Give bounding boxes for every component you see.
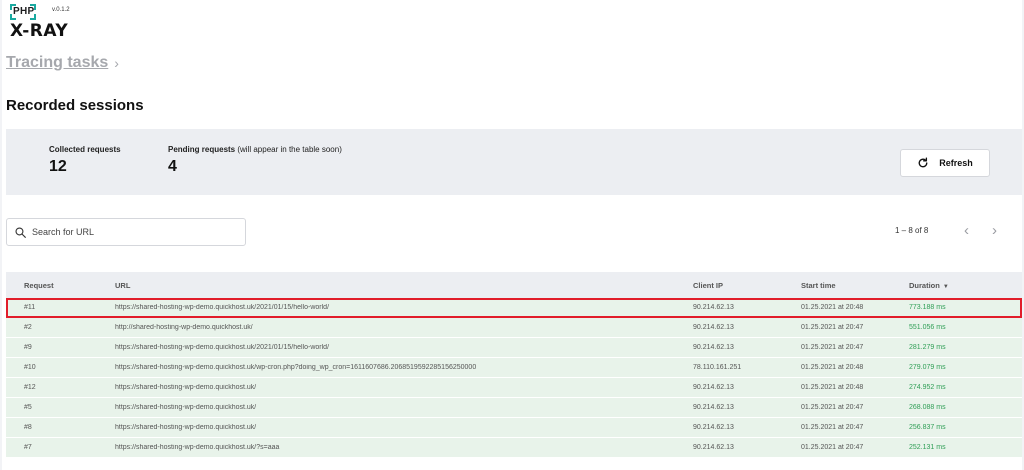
logo-php-text: PHP <box>13 6 35 17</box>
app-page: PHP v.0.1.2 X-RAY Tracing tasks › Record… <box>2 0 1022 470</box>
column-header-request[interactable]: Request <box>6 281 97 290</box>
row-start-time: 01.25.2021 at 20:47 <box>801 344 864 351</box>
pending-requests-label: Pending requests <box>168 145 236 154</box>
row-request-id: #5 <box>24 404 32 411</box>
row-duration: 274.952 ms <box>909 384 946 391</box>
row-url: https://shared-hosting-wp-demo.quickhost… <box>115 364 477 371</box>
chevron-right-icon: › <box>114 55 119 71</box>
stats-panel: Collected requests 12 Pending requests (… <box>6 129 1022 195</box>
pagination-prev-button[interactable]: ‹ <box>964 222 969 239</box>
row-client-ip: 78.110.161.251 <box>693 364 742 371</box>
collected-requests-label: Collected requests <box>49 145 121 154</box>
table-row[interactable]: #12 https://shared-hosting-wp-demo.quickh… <box>6 378 1022 398</box>
row-client-ip: 90.214.62.13 <box>693 404 734 411</box>
column-header-duration[interactable]: Duration ▼ <box>891 281 1022 290</box>
sessions-table: Request URL Client IP Start time Duratio… <box>6 272 1022 458</box>
row-duration: 252.131 ms <box>909 444 946 451</box>
row-client-ip: 90.214.62.13 <box>693 444 734 451</box>
row-start-time: 01.25.2021 at 20:47 <box>801 404 864 411</box>
pagination-range: 1 – 8 of 8 <box>895 226 929 235</box>
table-row[interactable]: #9 https://shared-hosting-wp-demo.quickho… <box>6 338 1022 358</box>
refresh-button[interactable]: Refresh <box>900 149 990 177</box>
row-url: https://shared-hosting-wp-demo.quickhost… <box>115 304 330 311</box>
row-start-time: 01.25.2021 at 20:47 <box>801 324 864 331</box>
row-start-time: 01.25.2021 at 20:48 <box>801 304 864 311</box>
pending-requests-note: (will appear in the table soon) <box>237 145 342 154</box>
table-body: #11 https://shared-hosting-wp-demo.quickh… <box>6 298 1022 458</box>
logo-name: X-RAY <box>10 21 69 41</box>
sort-descending-icon: ▼ <box>942 283 949 290</box>
refresh-button-label: Refresh <box>939 158 973 168</box>
php-xray-logo[interactable]: PHP v.0.1.2 X-RAY <box>10 4 80 41</box>
table-row[interactable]: #7 https://shared-hosting-wp-demo.quickho… <box>6 438 1022 458</box>
row-url: https://shared-hosting-wp-demo.quickhost… <box>115 424 257 431</box>
column-header-duration-label: Duration <box>909 280 940 290</box>
column-header-start-time[interactable]: Start time <box>783 281 891 290</box>
collected-requests-stat: Collected requests 12 <box>49 145 121 176</box>
breadcrumb: Tracing tasks › <box>6 54 119 72</box>
table-row[interactable]: #8 https://shared-hosting-wp-demo.quickho… <box>6 418 1022 438</box>
row-client-ip: 90.214.62.13 <box>693 304 734 311</box>
row-start-time: 01.25.2021 at 20:48 <box>801 384 864 391</box>
row-request-id: #8 <box>24 424 32 431</box>
pending-requests-stat: Pending requests (will appear in the tab… <box>168 145 342 176</box>
table-row[interactable]: #10 https://shared-hosting-wp-demo.quickh… <box>6 358 1022 378</box>
row-client-ip: 90.214.62.13 <box>693 344 734 351</box>
row-duration: 279.079 ms <box>909 364 946 371</box>
column-header-client-ip[interactable]: Client IP <box>675 281 783 290</box>
row-duration: 256.837 ms <box>909 424 946 431</box>
search-box <box>6 218 246 246</box>
row-url: https://shared-hosting-wp-demo.quickhost… <box>115 344 330 351</box>
row-duration: 281.279 ms <box>909 344 946 351</box>
breadcrumb-tracing-tasks-link[interactable]: Tracing tasks <box>6 54 108 72</box>
row-duration: 551.056 ms <box>909 324 946 331</box>
row-duration: 268.088 ms <box>909 404 946 411</box>
row-request-id: #7 <box>24 444 32 451</box>
row-url: https://shared-hosting-wp-demo.quickhost… <box>115 384 257 391</box>
app-version: v.0.1.2 <box>52 7 70 13</box>
row-request-id: #12 <box>24 384 36 391</box>
row-client-ip: 90.214.62.13 <box>693 324 734 331</box>
column-header-url[interactable]: URL <box>97 281 675 290</box>
logo-bracket-icon: PHP <box>10 4 36 20</box>
row-duration: 773.188 ms <box>909 304 946 311</box>
row-client-ip: 90.214.62.13 <box>693 424 734 431</box>
table-row[interactable]: #2 http://shared-hosting-wp-demo.quickhos… <box>6 318 1022 338</box>
row-client-ip: 90.214.62.13 <box>693 384 734 391</box>
row-url: https://shared-hosting-wp-demo.quickhost… <box>115 404 257 411</box>
search-url-input[interactable] <box>32 227 232 237</box>
pending-requests-label-row: Pending requests (will appear in the tab… <box>168 145 342 154</box>
table-header: Request URL Client IP Start time Duratio… <box>6 272 1022 298</box>
search-icon <box>15 226 26 238</box>
row-start-time: 01.25.2021 at 20:47 <box>801 444 864 451</box>
refresh-icon <box>918 157 928 168</box>
row-url: https://shared-hosting-wp-demo.quickhost… <box>115 444 280 451</box>
pending-requests-value: 4 <box>168 158 177 175</box>
row-start-time: 01.25.2021 at 20:47 <box>801 424 864 431</box>
row-request-id: #9 <box>24 344 32 351</box>
table-row[interactable]: #5 https://shared-hosting-wp-demo.quickho… <box>6 398 1022 418</box>
row-request-id: #10 <box>24 364 36 371</box>
pagination-next-button[interactable]: › <box>992 222 997 239</box>
table-row[interactable]: #11 https://shared-hosting-wp-demo.quickh… <box>6 298 1022 318</box>
row-url: http://shared-hosting-wp-demo.quickhost.… <box>115 324 253 331</box>
page-title: Recorded sessions <box>6 97 144 114</box>
row-request-id: #2 <box>24 324 32 331</box>
collected-requests-value: 12 <box>49 158 67 175</box>
row-request-id: #11 <box>24 304 36 311</box>
row-start-time: 01.25.2021 at 20:48 <box>801 364 864 371</box>
